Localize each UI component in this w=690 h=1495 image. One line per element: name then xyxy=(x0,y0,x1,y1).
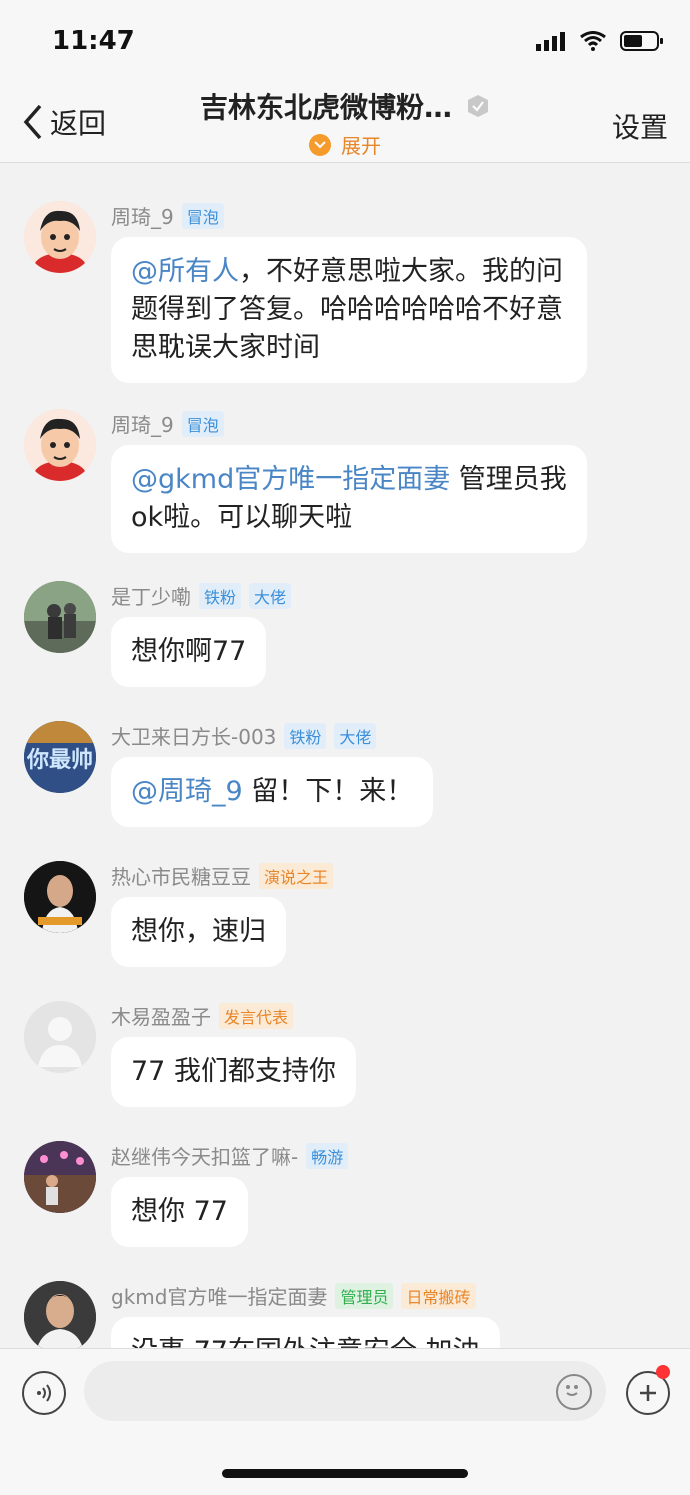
message-bubble[interactable]: @gkmd官方唯一指定面妻 管理员我ok啦。可以聊天啦 xyxy=(111,445,587,553)
home-indicator[interactable] xyxy=(222,1469,468,1478)
chevron-down-icon xyxy=(309,133,331,156)
message-input[interactable] xyxy=(84,1361,606,1421)
photo-avatar-image xyxy=(24,861,96,933)
chat-list[interactable]: 周琦_9 冒泡 @所有人，不好意思啦大家。我的问题得到了答复。哈哈哈哈哈哈不好意… xyxy=(0,163,690,1348)
avatar[interactable] xyxy=(24,581,96,653)
photo-avatar-image xyxy=(24,581,96,653)
member-badge: 铁粉 xyxy=(199,582,242,609)
signal-icon xyxy=(536,32,565,51)
notification-dot xyxy=(656,1365,670,1379)
emoji-button[interactable] xyxy=(556,1374,592,1410)
message-bubble[interactable]: 想你 77 xyxy=(111,1177,248,1247)
sender-name[interactable]: 木易盈盈子 xyxy=(111,1001,211,1030)
admin-badge: 管理员 xyxy=(335,1282,394,1309)
message-text: 没事 77在国外注意安全 加油 xyxy=(131,1336,480,1348)
message-bubble[interactable]: 想你啊77 xyxy=(111,617,267,687)
message-bubble[interactable]: 没事 77在国外注意安全 加油 xyxy=(111,1317,500,1348)
member-badge: 冒泡 xyxy=(181,410,224,437)
group-title[interactable]: 吉林东北虎微博粉… xyxy=(200,86,490,126)
wifi-icon xyxy=(580,31,606,51)
sender-name[interactable]: 周琦_9 xyxy=(111,201,174,230)
voice-button[interactable] xyxy=(22,1371,66,1415)
cartoon-avatar-image xyxy=(24,409,96,481)
mention-link[interactable]: @gkmd官方唯一指定面妻 xyxy=(131,464,450,495)
mention-link[interactable]: @所有人 xyxy=(131,256,239,287)
member-badge: 大佬 xyxy=(334,722,377,749)
sender-line: gkmd官方唯一指定面妻 管理员 日常搬砖 xyxy=(111,1281,476,1310)
member-badge: 日常搬砖 xyxy=(401,1282,476,1309)
verified-icon xyxy=(468,95,488,117)
member-badge: 冒泡 xyxy=(181,202,224,229)
sender-line: 木易盈盈子 发言代表 xyxy=(111,1001,294,1030)
status-time: 11:47 xyxy=(52,26,135,56)
sender-name[interactable]: 热心市民糖豆豆 xyxy=(111,861,251,890)
message-text: 想你啊77 xyxy=(131,636,247,667)
message-bubble[interactable]: @周琦_9 留！下！来！ xyxy=(111,757,434,827)
avatar[interactable] xyxy=(24,409,96,481)
expand-button[interactable]: 展开 xyxy=(309,130,381,159)
sender-line: 是丁少嘞 铁粉 大佬 xyxy=(111,581,292,610)
battery-icon xyxy=(620,31,663,51)
text-avatar-image: 你最帅 xyxy=(24,721,96,793)
message-bubble[interactable]: 想你，速归 xyxy=(111,897,286,967)
sender-line: 周琦_9 冒泡 xyxy=(111,201,224,230)
photo-avatar-image xyxy=(24,1281,96,1348)
avatar[interactable]: 你最帅 xyxy=(24,721,96,793)
voice-icon xyxy=(37,1384,51,1402)
cartoon-avatar-image xyxy=(24,201,96,273)
smiley-icon xyxy=(566,1385,578,1396)
avatar[interactable] xyxy=(24,201,96,273)
input-bar xyxy=(0,1348,690,1495)
message-text: 想你，速归 xyxy=(131,916,266,947)
photo-avatar-image xyxy=(24,1141,96,1213)
default-avatar-icon xyxy=(24,1001,96,1073)
mention-link[interactable]: @周琦_9 xyxy=(131,776,243,807)
avatar[interactable] xyxy=(24,1141,96,1213)
message-text: 想你 77 xyxy=(131,1196,228,1227)
avatar[interactable] xyxy=(24,1001,96,1073)
sender-line: 大卫来日方长-003 铁粉 大佬 xyxy=(111,721,377,750)
avatar[interactable] xyxy=(24,1281,96,1348)
member-badge: 铁粉 xyxy=(284,722,327,749)
svg-text:你最帅: 你最帅 xyxy=(26,748,93,773)
avatar[interactable] xyxy=(24,861,96,933)
sender-name[interactable]: 周琦_9 xyxy=(111,409,174,438)
sender-line: 热心市民糖豆豆 演说之王 xyxy=(111,861,334,890)
member-badge: 畅游 xyxy=(306,1142,349,1169)
sender-name[interactable]: gkmd官方唯一指定面妻 xyxy=(111,1281,327,1310)
message-text: 77 我们都支持你 xyxy=(131,1056,336,1087)
sender-name[interactable]: 大卫来日方长-003 xyxy=(111,721,276,750)
sender-line: 赵继伟今天扣篮了嘛- 畅游 xyxy=(111,1141,349,1170)
settings-button[interactable]: 设置 xyxy=(612,106,668,146)
member-badge: 大佬 xyxy=(249,582,292,609)
message-text: 留！下！来！ xyxy=(242,776,414,807)
nav-bar: 返回 吉林东北虎微博粉… 展开 设置 xyxy=(0,80,690,163)
member-badge: 发言代表 xyxy=(219,1002,294,1029)
status-bar: 11:47 xyxy=(0,0,690,80)
group-title-text: 吉林东北虎微博粉… xyxy=(199,91,452,124)
sender-name[interactable]: 赵继伟今天扣篮了嘛- xyxy=(111,1141,298,1170)
member-badge: 演说之王 xyxy=(259,862,334,889)
status-icons xyxy=(536,30,664,52)
message-bubble[interactable]: @所有人，不好意思啦大家。我的问题得到了答复。哈哈哈哈哈哈不好意思耽误大家时间 xyxy=(111,237,587,383)
nav-title-area: 吉林东北虎微博粉… 展开 xyxy=(0,86,690,159)
expand-label: 展开 xyxy=(341,134,381,158)
plus-icon xyxy=(640,1385,656,1401)
sender-name[interactable]: 是丁少嘞 xyxy=(111,581,191,610)
sender-line: 周琦_9 冒泡 xyxy=(111,409,224,438)
message-bubble[interactable]: 77 我们都支持你 xyxy=(111,1037,356,1107)
